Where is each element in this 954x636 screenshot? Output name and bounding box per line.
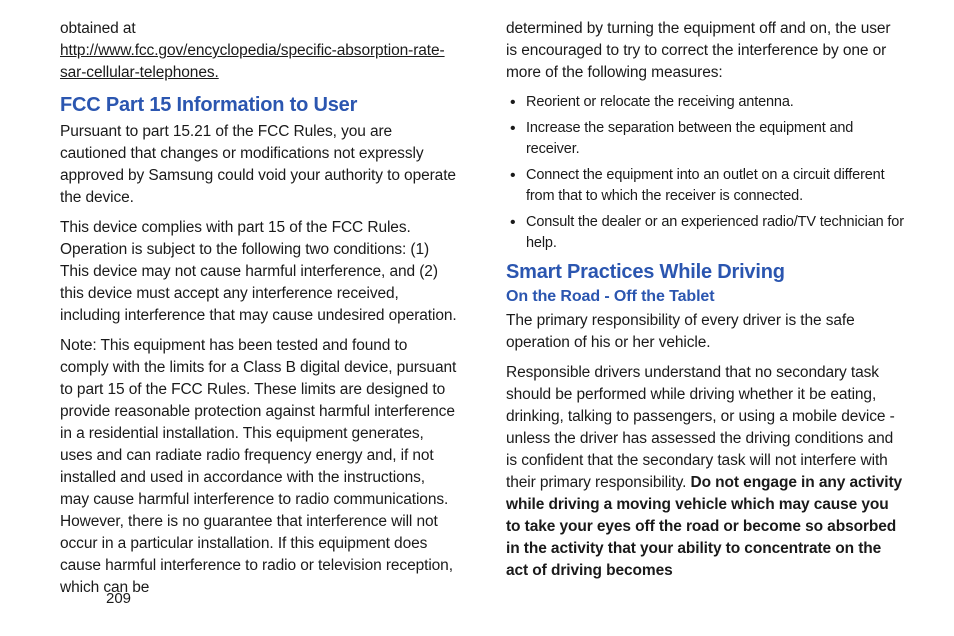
list-item: Reorient or relocate the receiving anten… bbox=[508, 92, 904, 113]
driving-para-2: Responsible drivers understand that no s… bbox=[506, 362, 904, 582]
right-column: determined by turning the equipment off … bbox=[506, 18, 904, 578]
fcc-sar-link[interactable]: http://www.fcc.gov/encyclopedia/specific… bbox=[60, 42, 445, 81]
list-item: Connect the equipment into an outlet on … bbox=[508, 165, 904, 207]
subheading-on-the-road: On the Road - Off the Tablet bbox=[506, 288, 904, 306]
interference-para: determined by turning the equipment off … bbox=[506, 18, 904, 84]
intro-text: obtained at http://www.fcc.gov/encyclope… bbox=[60, 18, 458, 84]
fcc-para-1: Pursuant to part 15.21 of the FCC Rules,… bbox=[60, 121, 458, 209]
page-columns: obtained at http://www.fcc.gov/encyclope… bbox=[60, 18, 904, 578]
driving-para-1: The primary responsibility of every driv… bbox=[506, 310, 904, 354]
heading-fcc-part-15: FCC Part 15 Information to User bbox=[60, 94, 458, 117]
fcc-para-3: Note: This equipment has been tested and… bbox=[60, 335, 458, 599]
driving-para-2a: Responsible drivers understand that no s… bbox=[506, 364, 895, 491]
obtained-at-text: obtained at bbox=[60, 20, 136, 37]
list-item: Consult the dealer or an experienced rad… bbox=[508, 212, 904, 254]
heading-smart-practices: Smart Practices While Driving bbox=[506, 261, 904, 284]
measures-list: Reorient or relocate the receiving anten… bbox=[506, 92, 904, 259]
left-column: obtained at http://www.fcc.gov/encyclope… bbox=[60, 18, 458, 578]
list-item: Increase the separation between the equi… bbox=[508, 118, 904, 160]
fcc-para-2: This device complies with part 15 of the… bbox=[60, 217, 458, 327]
